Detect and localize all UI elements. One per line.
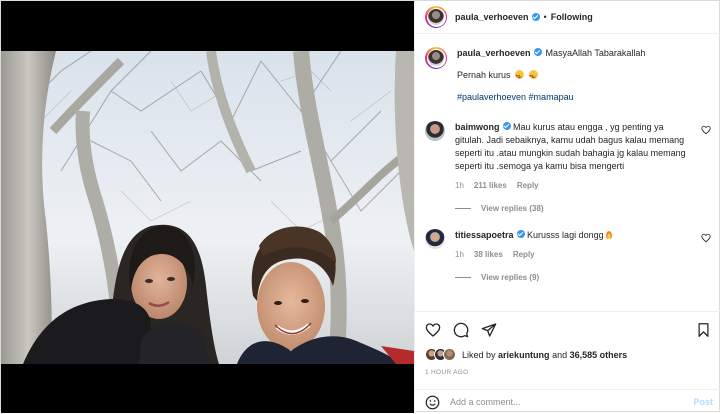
caption-author-avatar[interactable]	[425, 47, 447, 69]
following-button[interactable]: Following	[551, 12, 593, 22]
caption-line-2: Pernah kurus	[457, 70, 511, 80]
view-replies-button[interactable]: View replies (38)	[455, 204, 693, 213]
action-icons	[425, 322, 497, 338]
bookmark-icon[interactable]	[696, 322, 711, 338]
comment-like-heart-icon[interactable]	[701, 125, 711, 135]
comment-item: baimwong Mau kurus atau engga , yg penti…	[425, 121, 711, 213]
liked-by-others[interactable]: 36,585 others	[570, 350, 628, 360]
post-photo	[1, 51, 414, 364]
verified-badge-icon	[502, 122, 511, 130]
save-button[interactable]	[696, 322, 711, 338]
fire-emoji-icon	[605, 231, 612, 239]
add-comment-input[interactable]	[450, 397, 670, 407]
comment-meta: 1h 38 likes Reply	[455, 250, 693, 259]
commenter-username[interactable]: titiessapoetra	[455, 230, 514, 240]
replies-divider	[455, 208, 471, 209]
likes-summary[interactable]: Liked by ariekuntung and 36,585 others	[425, 348, 627, 361]
commenter-username[interactable]: baimwong	[455, 122, 500, 132]
comment-text: Kurusss lagi dongg	[527, 230, 604, 240]
liker-avatars	[425, 348, 456, 361]
view-replies-label: View replies (9)	[481, 273, 540, 282]
post-side-panel: paula_verhoeven • Following paula_verhoe…	[414, 1, 720, 413]
post-timestamp[interactable]: 1 HOUR AGO	[425, 369, 468, 376]
post-comment-button[interactable]: Post	[693, 397, 713, 407]
author-avatar[interactable]	[425, 6, 447, 28]
post-media[interactable]	[1, 1, 414, 413]
post-header: paula_verhoeven • Following	[415, 1, 720, 34]
comment-icon[interactable]	[453, 322, 469, 338]
commenter-avatar[interactable]	[425, 229, 445, 249]
reply-button[interactable]: Reply	[513, 250, 535, 259]
caption-line-1: MasyaAllah Tabarakallah	[545, 48, 646, 58]
verified-badge-icon	[533, 48, 542, 56]
liked-by-and: and	[552, 349, 568, 360]
reply-button[interactable]: Reply	[517, 181, 539, 190]
author-username[interactable]: paula_verhoeven	[455, 12, 529, 22]
caption-username[interactable]: paula_verhoeven	[457, 48, 531, 58]
paper-plane-icon[interactable]	[481, 322, 497, 338]
verified-badge-icon	[531, 13, 540, 21]
instagram-post-modal: paula_verhoeven • Following paula_verhoe…	[0, 0, 720, 413]
verified-badge-icon	[516, 230, 525, 238]
comment-time: 1h	[455, 181, 464, 190]
smiley-icon[interactable]	[425, 395, 440, 410]
liked-by-prefix: Liked by	[462, 349, 496, 360]
comment-composer: Post	[415, 389, 720, 414]
caption-block: paula_verhoeven MasyaAllah Tabarakallah P…	[425, 47, 711, 103]
view-replies-button[interactable]: View replies (9)	[455, 273, 693, 282]
post-actions: Liked by ariekuntung and 36,585 others 1…	[415, 311, 720, 413]
comments-list[interactable]: paula_verhoeven MasyaAllah Tabarakallah P…	[415, 35, 720, 311]
comment-time: 1h	[455, 250, 464, 259]
comment-like-heart-icon[interactable]	[701, 233, 711, 243]
comment-likes[interactable]: 38 likes	[474, 250, 503, 259]
selfie-photo-image	[1, 51, 414, 364]
liked-by-user[interactable]: ariekuntung	[498, 350, 550, 360]
replies-divider	[455, 277, 471, 278]
comment-item: titiessapoetra Kurusss lagi dongg 1h 38 …	[425, 229, 711, 282]
heart-eyes-emoji-icon	[515, 70, 525, 82]
commenter-avatar[interactable]	[425, 121, 445, 141]
comment-likes[interactable]: 211 likes	[474, 181, 507, 190]
view-replies-label: View replies (38)	[481, 204, 544, 213]
heart-eyes-emoji-icon	[528, 70, 538, 82]
caption-hashtags[interactable]: #paulaverhoeven #mamapau	[457, 91, 711, 103]
header-separator: •	[543, 12, 547, 22]
comment-meta: 1h 211 likes Reply	[455, 181, 693, 190]
heart-icon[interactable]	[425, 322, 441, 338]
